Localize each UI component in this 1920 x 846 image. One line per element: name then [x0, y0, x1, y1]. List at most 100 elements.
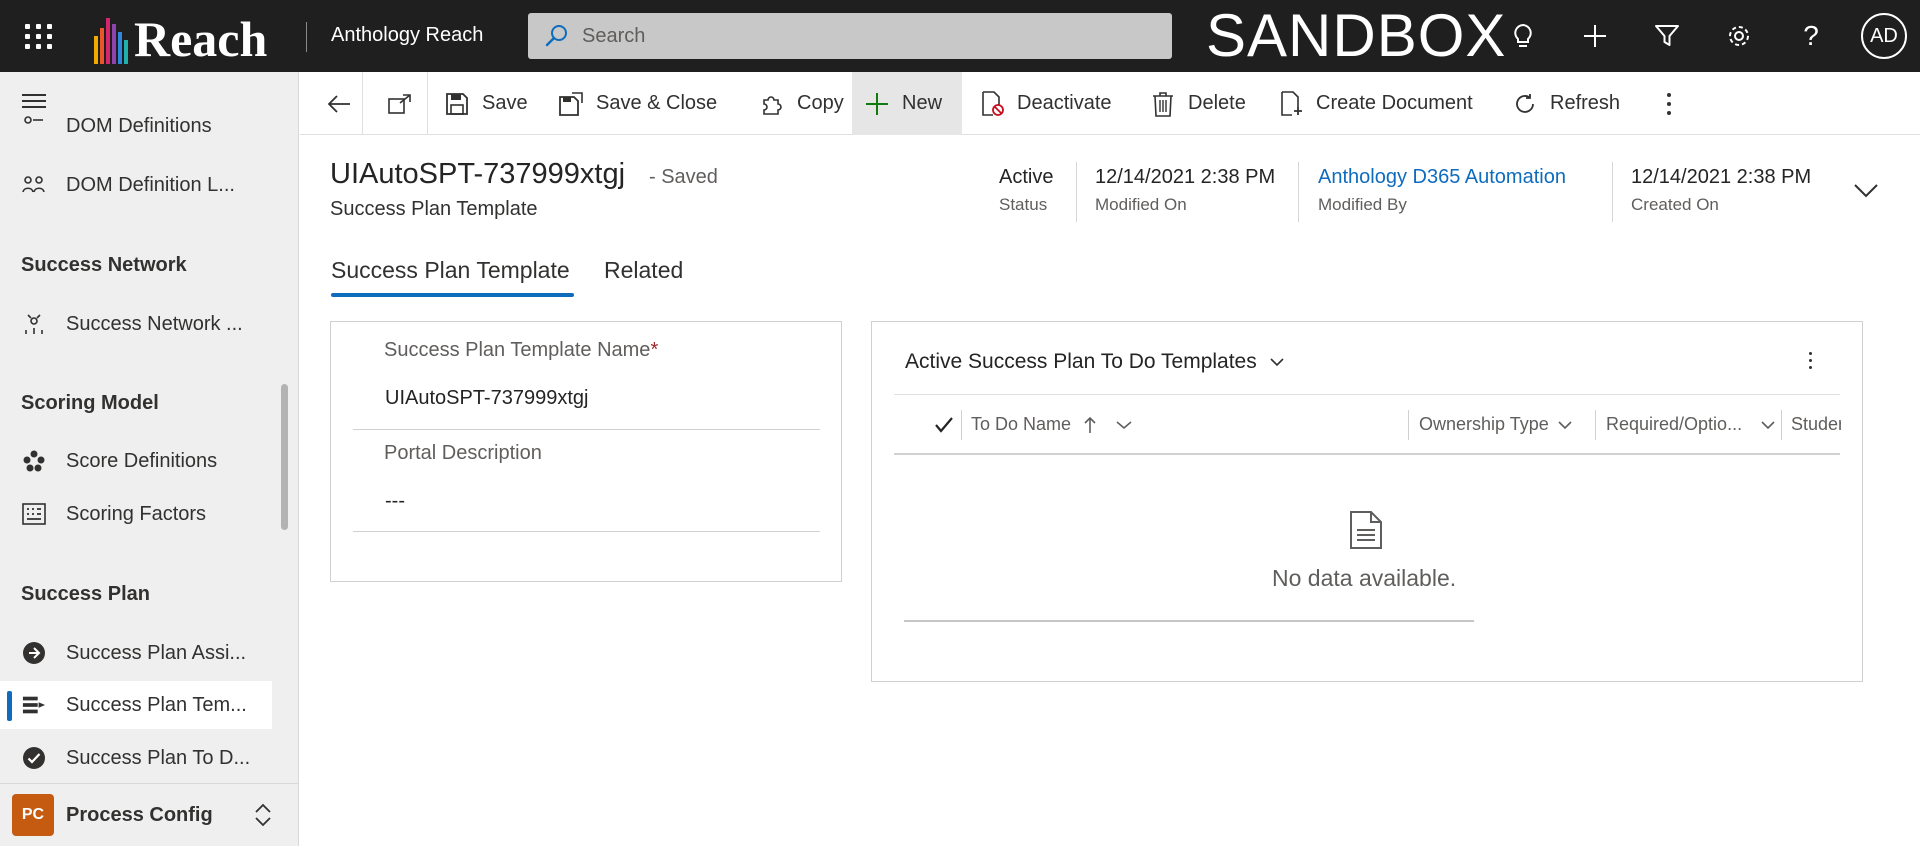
- sidebar-item-success-plan-templates[interactable]: Success Plan Tem...: [0, 681, 272, 729]
- gear-icon[interactable]: [1717, 14, 1761, 58]
- area-badge: PC: [12, 794, 54, 836]
- new-label: New: [902, 92, 943, 114]
- sidebar-item-label: DOM Definitions: [66, 114, 212, 137]
- modified-by-label: Modified By: [1318, 195, 1407, 214]
- column-separator: [1408, 410, 1409, 440]
- environment-label: SANDBOX: [1206, 2, 1507, 69]
- group-success-network: Success Network: [21, 254, 187, 276]
- sidebar-item-dom-definitions[interactable]: DOM Definitions: [0, 108, 272, 144]
- filter-icon[interactable]: [1645, 14, 1689, 58]
- save-icon: [444, 91, 470, 117]
- portal-description-label: Portal Description: [384, 442, 542, 464]
- subgrid-more-icon[interactable]: [1800, 346, 1820, 374]
- sidebar-item-dom-definition-link[interactable]: DOM Definition L...: [0, 161, 272, 209]
- sidebar-item-scoring-factors[interactable]: Scoring Factors: [0, 490, 272, 538]
- sidebar: DOM Definitions DOM Definition L... Succ…: [0, 72, 299, 846]
- save-status: - Saved: [649, 166, 718, 188]
- delete-label: Delete: [1188, 92, 1246, 114]
- app-name[interactable]: Anthology Reach: [331, 24, 483, 47]
- sidebar-item-success-plan-assignments[interactable]: Success Plan Assi...: [0, 629, 272, 677]
- sidebar-item-success-plan-to-do[interactable]: Success Plan To D...: [0, 734, 272, 782]
- field-divider: [353, 531, 820, 532]
- modified-on-label: Modified On: [1095, 195, 1187, 214]
- save-button[interactable]: Save: [432, 72, 540, 135]
- template-name-field[interactable]: UIAutoSPT-737999xtgj: [385, 387, 588, 410]
- field-divider: [353, 429, 820, 430]
- hamburger-menu-icon[interactable]: [22, 94, 46, 108]
- trash-icon: [1150, 91, 1176, 117]
- template-name-label: Success Plan Template Name*: [384, 339, 658, 362]
- header-field-modified-by: Anthology D365 Automation Modified By: [1318, 166, 1566, 215]
- modified-by-link[interactable]: Anthology D365 Automation: [1318, 166, 1566, 189]
- tab-selected-indicator: [331, 293, 574, 297]
- reach-logo[interactable]: Reach: [94, 8, 267, 64]
- chevron-down-icon: [1116, 420, 1132, 429]
- avatar[interactable]: AD: [1861, 13, 1907, 59]
- header-field-created-on: 12/14/2021 2:38 PM Created On: [1631, 166, 1811, 215]
- column-header-required-optional[interactable]: Required/Optio...: [1606, 414, 1776, 435]
- subgrid-view-selector[interactable]: Active Success Plan To Do Templates: [905, 350, 1285, 374]
- plus-icon[interactable]: [1573, 14, 1617, 58]
- sidebar-item-score-definitions[interactable]: Score Definitions: [0, 437, 272, 485]
- header-separator: [1076, 162, 1077, 222]
- chevron-up-down-icon: [255, 803, 271, 827]
- tab-related[interactable]: Related: [604, 257, 683, 284]
- new-button[interactable]: New: [852, 72, 962, 135]
- dom-definition-link-icon: [22, 173, 46, 197]
- entity-name: Success Plan Template: [330, 198, 538, 220]
- group-scoring-model: Scoring Model: [21, 392, 159, 414]
- help-icon[interactable]: ?: [1789, 14, 1833, 58]
- topbar-divider: [306, 22, 307, 52]
- deactivate-icon: [979, 90, 1005, 117]
- column-label: Required/Optio...: [1606, 414, 1743, 434]
- area-switcher[interactable]: PC Process Config: [0, 783, 298, 846]
- delete-button[interactable]: Delete: [1138, 72, 1258, 135]
- column-header-student[interactable]: Studer: [1791, 414, 1841, 435]
- refresh-button[interactable]: Refresh: [1500, 72, 1632, 135]
- header-expand-chevron-icon[interactable]: [1853, 182, 1879, 198]
- sidebar-item-label: Success Plan Tem...: [66, 693, 247, 716]
- sidebar-item-success-network[interactable]: Success Network ...: [0, 300, 272, 348]
- subgrid-divider: [894, 394, 1840, 395]
- deactivate-label: Deactivate: [1017, 92, 1112, 114]
- header-separator: [1298, 162, 1299, 222]
- sidebar-item-label: Success Plan To D...: [66, 746, 251, 769]
- back-button[interactable]: [314, 72, 364, 135]
- refresh-icon: [1512, 91, 1538, 117]
- record-title: UIAutoSPT-737999xtgj: [330, 158, 626, 190]
- subgrid-header-divider: [894, 453, 1840, 455]
- more-commands-button[interactable]: [1654, 72, 1684, 135]
- save-close-label: Save & Close: [596, 92, 718, 114]
- sidebar-item-label: Success Network ...: [66, 312, 243, 335]
- save-label: Save: [482, 92, 528, 114]
- created-on-label: Created On: [1631, 195, 1719, 214]
- created-on-value: 12/14/2021 2:38 PM: [1631, 166, 1812, 188]
- back-arrow-icon: [327, 94, 350, 113]
- copy-button[interactable]: Copy: [747, 72, 856, 135]
- select-all-check-icon[interactable]: [934, 416, 954, 434]
- column-label: To Do Name: [971, 414, 1072, 434]
- command-bar: Save Save & Close Copy New Deactivate De…: [300, 72, 1920, 135]
- lightbulb-icon[interactable]: [1501, 14, 1545, 58]
- column-separator: [1595, 410, 1596, 440]
- search-input[interactable]: Search: [528, 13, 1172, 59]
- search-placeholder: Search: [582, 24, 646, 47]
- template-icon: [22, 693, 46, 717]
- column-header-to-do-name[interactable]: To Do Name: [971, 414, 1133, 435]
- waffle-icon[interactable]: [18, 18, 54, 54]
- tab-success-plan-template[interactable]: Success Plan Template: [331, 257, 570, 284]
- group-success-plan: Success Plan: [21, 583, 150, 605]
- create-document-icon: [1278, 90, 1304, 117]
- sidebar-scrollbar[interactable]: [281, 384, 288, 530]
- plus-icon: [864, 91, 890, 117]
- create-document-button[interactable]: Create Document: [1266, 72, 1485, 135]
- portal-description-field[interactable]: ---: [385, 490, 405, 513]
- popout-icon: [388, 93, 411, 114]
- save-close-button[interactable]: Save & Close: [546, 72, 729, 135]
- open-new-window-button[interactable]: [376, 72, 424, 135]
- column-header-ownership-type[interactable]: Ownership Type: [1419, 414, 1573, 435]
- command-separator: [427, 72, 428, 135]
- deactivate-button[interactable]: Deactivate: [967, 72, 1124, 135]
- column-label: Ownership Type: [1419, 414, 1549, 434]
- sidebar-item-label: Scoring Factors: [66, 502, 207, 525]
